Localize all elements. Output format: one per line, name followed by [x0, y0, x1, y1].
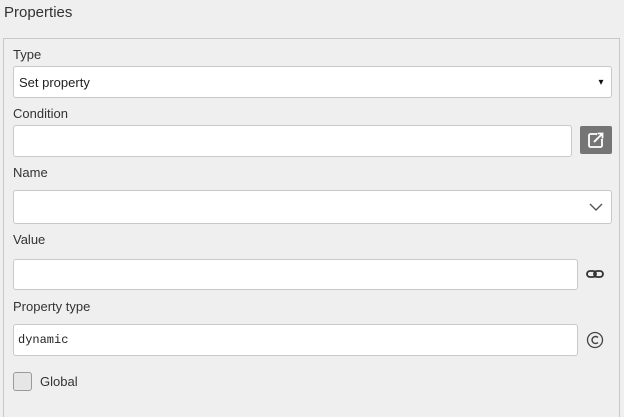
name-label: Name: [13, 165, 48, 180]
type-select-value: Set property: [19, 74, 90, 90]
external-link-icon: [587, 131, 605, 149]
select-arrow-icon: ▾: [598, 76, 604, 88]
link-icon[interactable]: [584, 263, 606, 285]
type-select[interactable]: Set property ▾: [13, 66, 612, 98]
properties-panel: Type Set property ▾ Condition Name Value: [3, 38, 620, 417]
open-condition-editor-button[interactable]: [580, 126, 612, 154]
property-type-value: dynamic: [18, 333, 69, 347]
property-type-label: Property type: [13, 299, 91, 314]
global-checkbox[interactable]: [13, 372, 32, 391]
property-type-input[interactable]: dynamic: [13, 324, 578, 356]
value-input[interactable]: [13, 259, 578, 290]
type-label: Type: [13, 47, 42, 62]
value-label: Value: [13, 232, 46, 247]
condition-input[interactable]: [13, 125, 572, 157]
chevron-down-icon[interactable]: [581, 203, 611, 212]
panel-title: Properties: [4, 4, 73, 21]
panel-header: Properties: [0, 0, 624, 26]
copyright-icon[interactable]: [584, 329, 606, 351]
name-combobox[interactable]: [13, 190, 612, 224]
condition-label: Condition: [13, 106, 68, 121]
global-checkbox-label: Global: [40, 374, 78, 389]
